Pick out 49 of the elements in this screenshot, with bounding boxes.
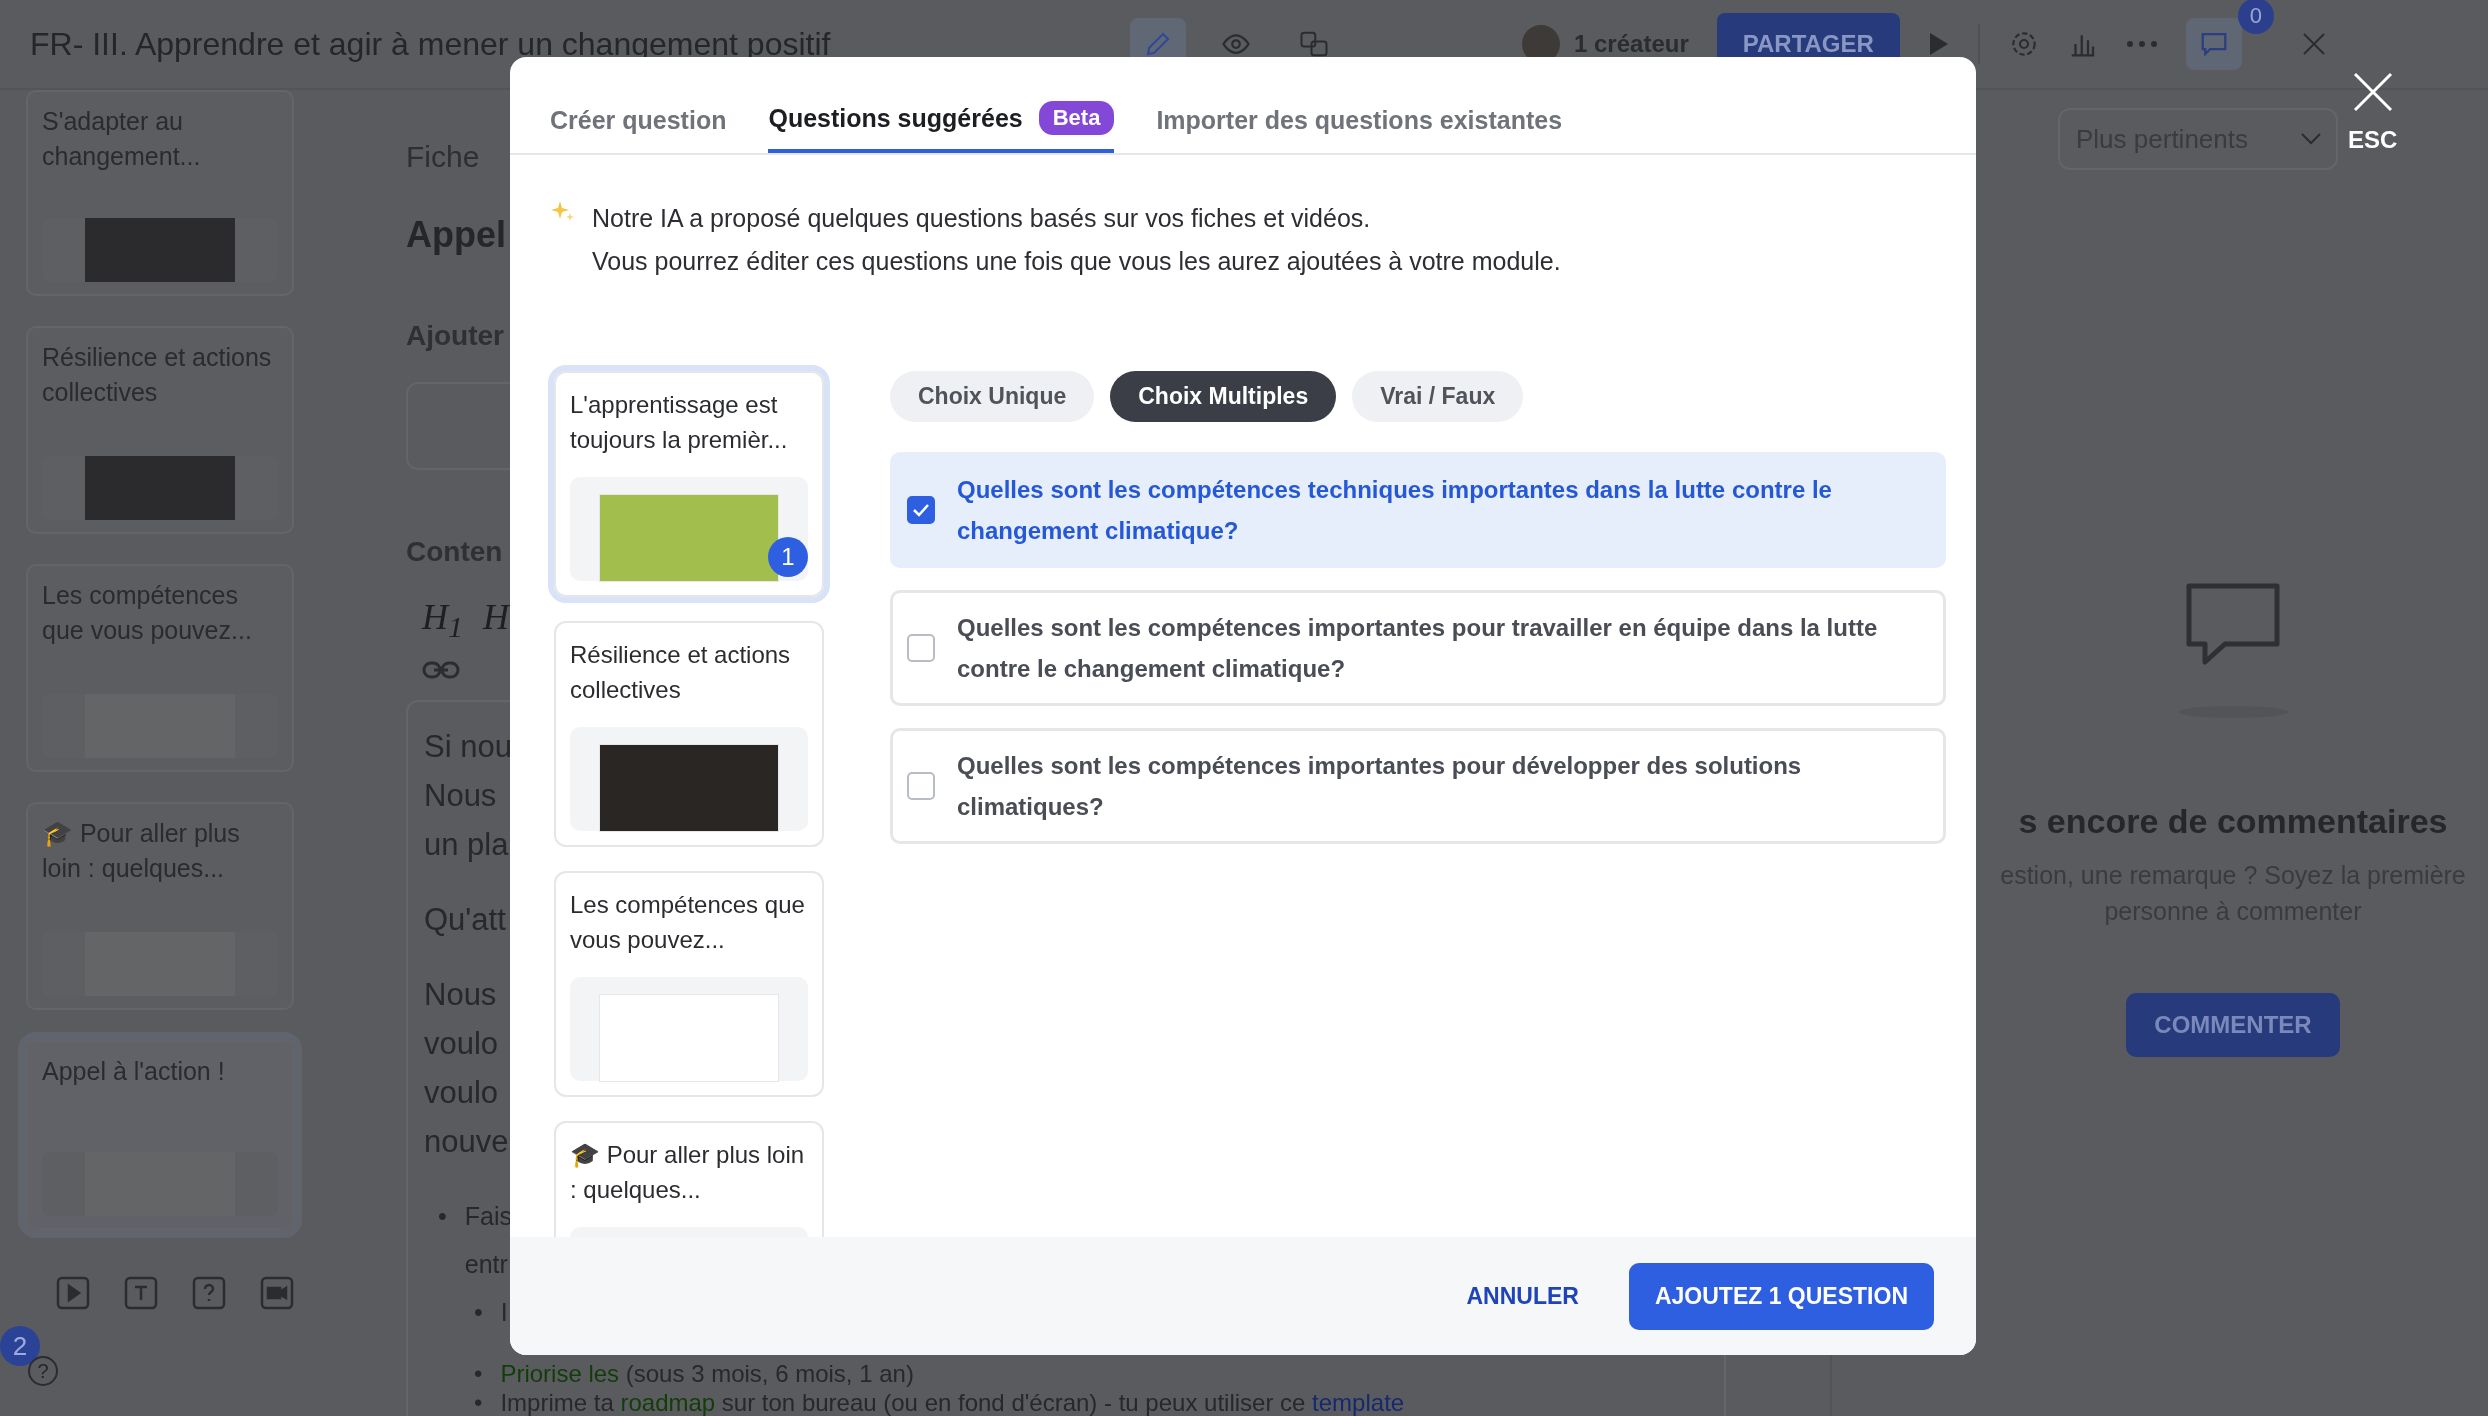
heading-button[interactable]: H$_{1}$	[422, 596, 463, 645]
count-badge: 2	[0, 1326, 40, 1366]
question-option[interactable]: Quelles sont les compétences importantes pour travailler en équipe dans la lutte contre le changement climatique?	[890, 590, 1946, 706]
info-text: Notre IA a proposé quelques questions basés sur vos fiches et vidéos.	[592, 203, 1372, 234]
cancel-button[interactable]: ANNULER	[1456, 1272, 1589, 1320]
video-block-icon[interactable]	[56, 1276, 90, 1310]
question-text: Quelles sont les compétences importantes pour développer des solutions climatiques?	[957, 751, 1803, 822]
text-block-icon[interactable]	[124, 1276, 158, 1310]
add-button[interactable]: AJOUTEZ 1 QUESTION	[1628, 1262, 1934, 1330]
question-block-icon[interactable]	[192, 1276, 226, 1310]
question-type-chip[interactable]: Choix Multiples	[1110, 371, 1337, 422]
question-text: Quelles sont les compétences techniques importantes dans la lutte contre le changement climatique?	[957, 475, 1833, 546]
bullet-marker: •	[474, 1360, 483, 1389]
question-option[interactable]: Quelles sont les compétences importantes pour développer des solutions climatiques?	[890, 728, 1946, 844]
source-title: Résilience et actions collectives	[570, 640, 792, 705]
heading-button[interactable]: H	[483, 596, 509, 645]
bullet-marker: •	[474, 1389, 483, 1416]
speech-bubble-icon	[2185, 582, 2281, 666]
shortcut-hint: ESC	[2348, 126, 2398, 154]
notification-badge: 0	[2237, 0, 2274, 34]
source-title: Les compétences que vous pouvez...	[570, 890, 806, 955]
source-card[interactable]: Les compétences que vous pouvez...	[554, 871, 824, 1097]
source-title: L'apprentissage est toujours la premièr...	[570, 390, 789, 455]
question-type-chip[interactable]: Vrai / Faux	[1352, 371, 1524, 422]
tab[interactable]: Importer des questions existantes	[1156, 106, 1563, 153]
source-title: 🎓 Pour aller plus loin : quelques...	[570, 1140, 806, 1205]
count-badge: 1	[768, 537, 808, 577]
checkbox[interactable]	[907, 634, 935, 662]
tab[interactable]: Questions suggérées Beta	[768, 101, 1115, 153]
play-icon[interactable]	[1927, 31, 1950, 57]
source-card[interactable]: Résilience et actions collectives	[554, 621, 824, 847]
link-icon[interactable]	[422, 660, 460, 681]
comment-button[interactable]: COMMENTER	[2126, 993, 2340, 1057]
checkmark-icon	[912, 503, 930, 517]
bullet-marker: •	[474, 1297, 483, 1329]
question-text: Quelles sont les compétences importantes pour travailler en équipe dans la lutte contre le changement climatique?	[957, 613, 1879, 684]
tab[interactable]: Créer question	[550, 106, 727, 153]
beta-badge: Beta	[1038, 101, 1115, 135]
checkbox[interactable]	[907, 772, 935, 800]
more-icon[interactable]	[2125, 39, 2158, 49]
question-type-chip[interactable]: Choix Unique	[890, 371, 1095, 422]
question-option[interactable]: Quelles sont les compétences techniques importantes dans la lutte contre le changement climatique?	[890, 452, 1946, 568]
info-text: Vous pourrez éditer ces questions une fois que vous les aurez ajoutées à votre module.	[592, 246, 1561, 277]
comments-button[interactable]	[2185, 18, 2242, 70]
checkbox[interactable]	[907, 496, 935, 524]
slide-title: Appel à l'action !	[42, 1056, 226, 1087]
bullet-marker: •	[438, 1201, 447, 1233]
chevron-down-icon	[2300, 132, 2322, 146]
camera-block-icon[interactable]	[260, 1276, 294, 1310]
